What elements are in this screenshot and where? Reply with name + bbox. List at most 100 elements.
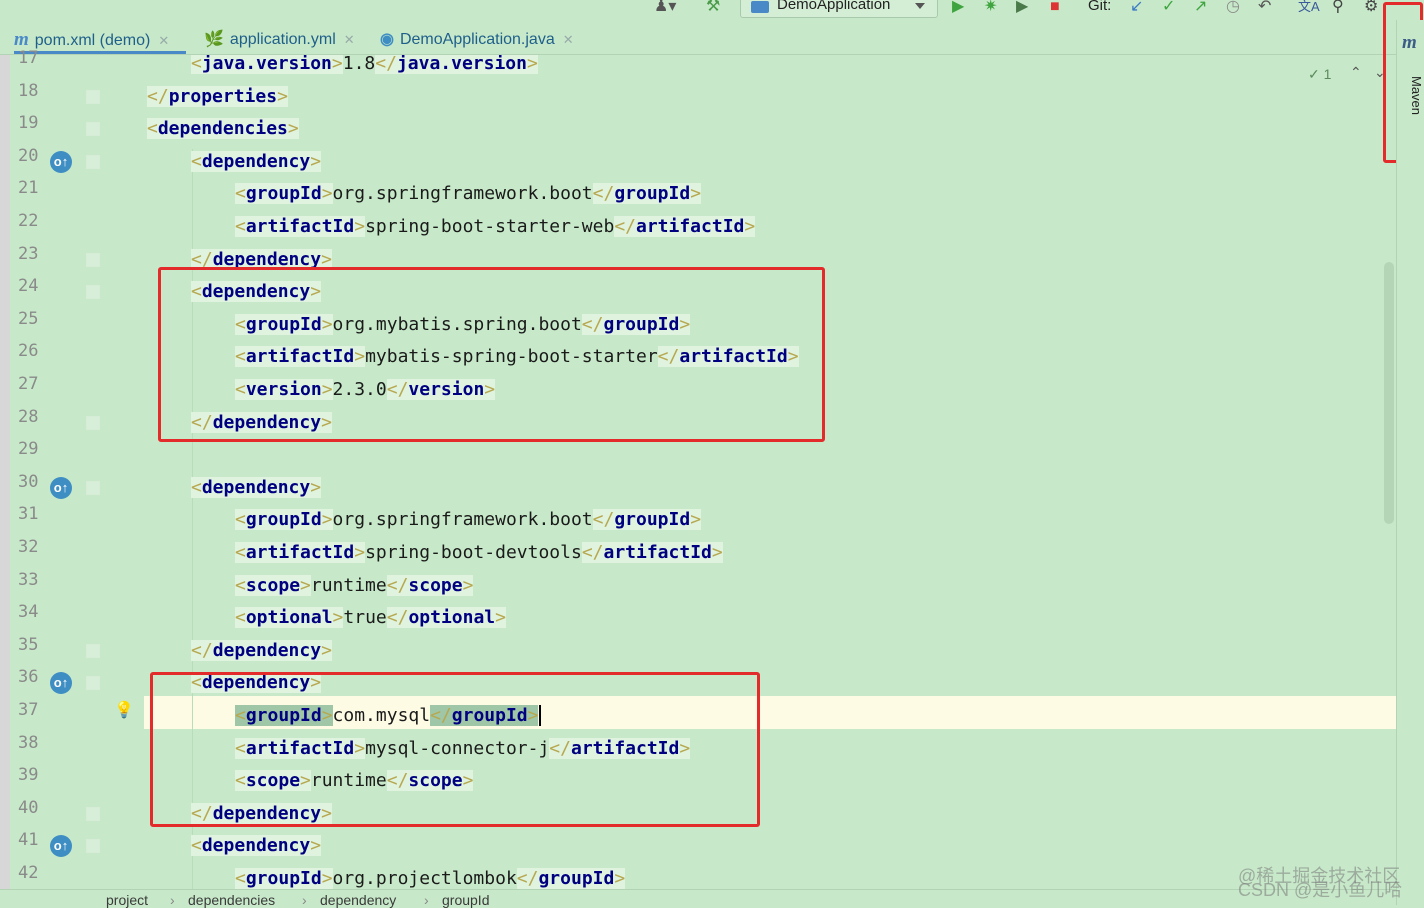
code-line[interactable]: <artifactId>spring-boot-starter-web</art… bbox=[235, 211, 756, 243]
line-number: 35 bbox=[18, 634, 39, 655]
chevron-right-icon: › bbox=[170, 892, 175, 908]
tag-bracket: > bbox=[690, 509, 702, 531]
line-number: 28 bbox=[18, 406, 39, 427]
close-icon[interactable]: ✕ bbox=[563, 32, 574, 47]
breadcrumb-item[interactable]: project bbox=[106, 892, 148, 908]
code-line[interactable]: <dependency> bbox=[191, 146, 322, 178]
debug-icon[interactable]: ✷ bbox=[984, 0, 997, 15]
stop-icon[interactable]: ■ bbox=[1050, 0, 1060, 15]
fold-marker-icon[interactable] bbox=[86, 806, 100, 821]
line-number: 30 bbox=[18, 471, 39, 492]
tag-value: spring-boot-devtools bbox=[365, 542, 582, 563]
code-line[interactable]: <java.version>1.8</java.version> bbox=[191, 55, 538, 80]
fold-marker-icon[interactable] bbox=[86, 122, 100, 137]
tag-name: dependency bbox=[201, 476, 311, 498]
fold-marker-icon[interactable] bbox=[86, 89, 100, 104]
tab-label: pom.xml (demo) bbox=[34, 32, 151, 49]
tag-bracket: > bbox=[614, 868, 626, 889]
tag-value: spring-boot-starter-web bbox=[365, 216, 615, 237]
tag-bracket: < bbox=[191, 476, 202, 498]
maven-tool-window-button[interactable]: Maven bbox=[1394, 76, 1424, 136]
tag-bracket: < bbox=[191, 150, 202, 172]
tab-application-yml[interactable]: 🌿 application.yml ✕ bbox=[204, 20, 364, 54]
code-line[interactable]: <groupId>org.projectlombok</groupId> bbox=[235, 863, 626, 889]
java-class-icon: ◉ bbox=[380, 31, 394, 48]
code-line[interactable]: </properties> bbox=[147, 81, 288, 113]
code-line[interactable]: </dependency> bbox=[191, 635, 332, 667]
line-number: 22 bbox=[18, 211, 39, 231]
yaml-file-icon: 🌿 bbox=[204, 31, 224, 48]
dependency-navigate-icon[interactable]: o↑ bbox=[50, 476, 72, 499]
inspection-status[interactable]: ✓‍ 1 bbox=[1308, 66, 1331, 83]
dependency-navigate-icon[interactable]: o↑ bbox=[50, 150, 72, 173]
tag-bracket: </ bbox=[386, 607, 409, 629]
fold-marker-icon[interactable] bbox=[86, 643, 100, 658]
highlight-box-mybatis bbox=[158, 267, 825, 442]
translate-icon[interactable]: 文A bbox=[1298, 0, 1320, 14]
tag-value: runtime bbox=[310, 574, 387, 596]
tag-value: org.projectlombok bbox=[332, 868, 517, 889]
code-line[interactable]: <groupId>org.springframework.boot</group… bbox=[235, 178, 702, 210]
tag-name: groupId bbox=[538, 868, 615, 889]
code-line[interactable]: <artifactId>spring-boot-devtools</artifa… bbox=[235, 537, 723, 569]
tab-demo-application-java[interactable]: ◉ DemoApplication.java ✕ bbox=[380, 20, 590, 54]
fold-marker-icon[interactable] bbox=[86, 839, 100, 854]
tab-pom-xml[interactable]: m pom.xml (demo) ✕ bbox=[14, 20, 186, 54]
vertical-scrollbar[interactable] bbox=[1384, 262, 1394, 524]
rollback-icon[interactable]: ↶ bbox=[1258, 0, 1271, 15]
git-commit-icon[interactable]: ✓ bbox=[1162, 0, 1175, 15]
run-icon[interactable]: ▶ bbox=[952, 0, 964, 15]
tag-name: optional bbox=[245, 607, 333, 629]
tag-bracket: > bbox=[321, 509, 333, 531]
search-icon[interactable]: ⚲ bbox=[1332, 0, 1344, 15]
tag-name: groupId bbox=[614, 509, 691, 531]
line-number: 42 bbox=[18, 863, 39, 883]
fold-marker-icon[interactable] bbox=[86, 252, 100, 267]
code-line[interactable]: <dependency> bbox=[191, 472, 322, 504]
tag-bracket: < bbox=[235, 183, 246, 205]
code-line[interactable]: <groupId>org.springframework.boot</group… bbox=[235, 504, 702, 536]
tag-bracket: < bbox=[235, 216, 246, 237]
tag-bracket: > bbox=[310, 150, 322, 172]
maven-icon[interactable]: m bbox=[1402, 32, 1417, 54]
tag-bracket: > bbox=[310, 835, 322, 857]
fold-marker-icon[interactable] bbox=[86, 154, 100, 169]
tag-name: properties bbox=[168, 85, 278, 107]
tag-bracket: > bbox=[332, 607, 344, 629]
run-config-label: DemoApplication bbox=[777, 0, 891, 13]
coverage-icon[interactable]: ▶ bbox=[1016, 0, 1028, 15]
tag-bracket: > bbox=[744, 216, 756, 237]
fold-marker-icon[interactable] bbox=[86, 285, 100, 300]
breadcrumb-item[interactable]: groupId bbox=[442, 892, 489, 908]
history-icon[interactable]: ◷ bbox=[1226, 0, 1240, 15]
breadcrumb-item[interactable]: dependency bbox=[320, 892, 396, 908]
code-line[interactable]: <dependency> bbox=[191, 830, 322, 862]
line-number: 34 bbox=[18, 602, 39, 623]
line-number: 40 bbox=[18, 797, 39, 818]
lightbulb-icon[interactable]: 💡 bbox=[114, 700, 134, 720]
code-line[interactable]: <scope>runtime</scope> bbox=[235, 570, 474, 602]
tag-bracket: </ bbox=[375, 55, 397, 74]
fold-marker-icon[interactable] bbox=[86, 676, 100, 691]
fold-marker-icon[interactable] bbox=[86, 480, 100, 495]
line-number: 39 bbox=[18, 765, 39, 786]
chevron-up-icon[interactable]: ⌃ bbox=[1350, 64, 1362, 81]
code-line[interactable]: <dependencies> bbox=[147, 113, 299, 145]
breadcrumb-item[interactable]: dependencies bbox=[188, 892, 275, 908]
fold-marker-icon[interactable] bbox=[86, 415, 100, 430]
user-icon[interactable]: ♟▾ bbox=[654, 0, 676, 15]
tag-bracket: > bbox=[321, 868, 333, 889]
settings-icon[interactable]: ⚙ bbox=[1364, 0, 1378, 15]
run-config-selector[interactable]: DemoApplication bbox=[740, 0, 938, 18]
close-icon[interactable]: ✕ bbox=[344, 32, 355, 47]
git-update-icon[interactable]: ↙ bbox=[1130, 0, 1143, 15]
tag-value: org.springframework.boot bbox=[332, 183, 593, 205]
tag-bracket: > bbox=[526, 55, 538, 74]
tag-value: true bbox=[343, 607, 387, 629]
tag-bracket: </ bbox=[516, 868, 539, 889]
git-push-icon[interactable]: ↗ bbox=[1194, 0, 1207, 15]
code-line[interactable]: <optional>true</optional> bbox=[235, 602, 506, 634]
line-number: 29 bbox=[18, 439, 39, 460]
close-icon[interactable]: ✕ bbox=[158, 33, 169, 48]
hammer-icon[interactable]: ⚒ bbox=[706, 0, 720, 15]
